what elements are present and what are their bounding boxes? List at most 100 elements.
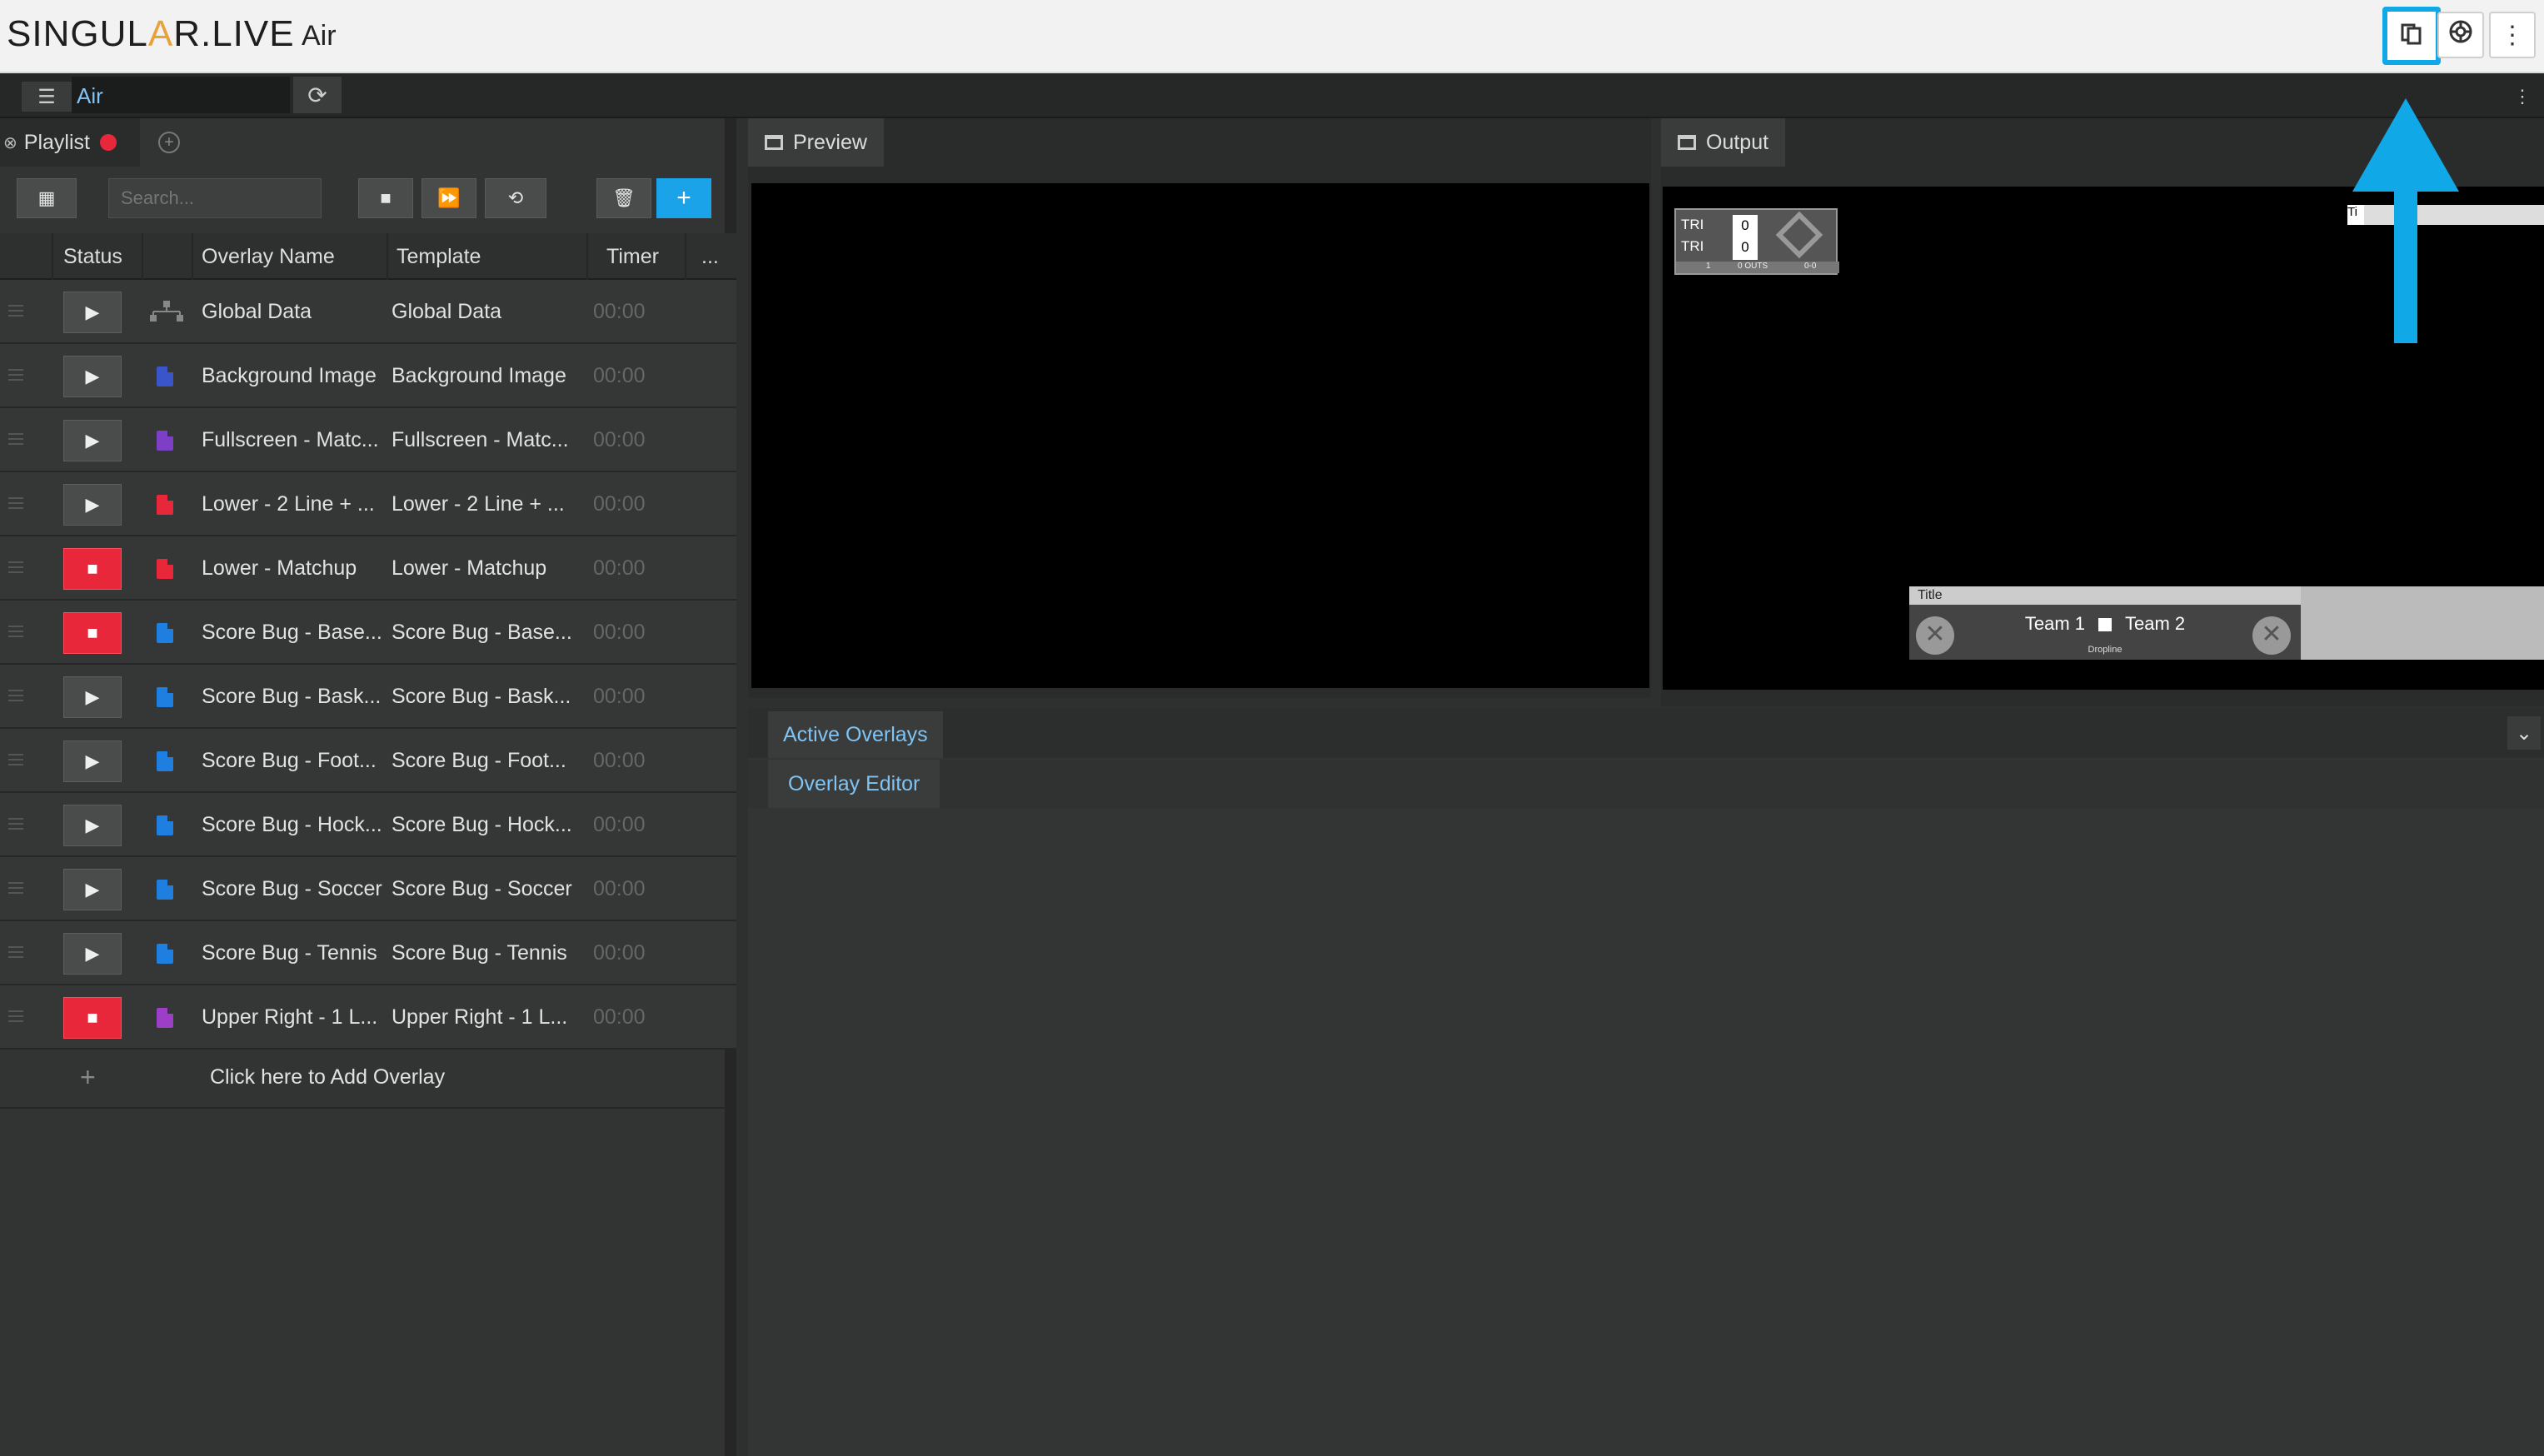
window-icon xyxy=(1678,135,1696,150)
next-button[interactable]: ⏩ xyxy=(422,178,476,218)
drag-handle-icon[interactable] xyxy=(8,690,23,701)
more-options-button[interactable]: ⋮ xyxy=(2489,12,2536,58)
drag-handle-icon[interactable] xyxy=(8,882,23,894)
workspace-selector[interactable] xyxy=(72,77,290,113)
column-timer[interactable]: Timer xyxy=(586,233,685,280)
preview-panel: Preview xyxy=(748,118,1651,698)
column-status[interactable]: Status xyxy=(52,233,142,280)
play-overlay-button[interactable]: ▶ xyxy=(63,292,122,333)
drag-handle-icon[interactable] xyxy=(8,818,23,830)
stop-overlay-button[interactable]: ■ xyxy=(63,612,122,654)
table-row[interactable]: ▶ Global Data Global Data 00:00 xyxy=(0,280,736,344)
overlay-template: Background Image xyxy=(392,364,566,387)
grid-view-button[interactable]: ▦ xyxy=(17,178,77,218)
table-row[interactable]: ▶ Score Bug - Tennis Score Bug - Tennis 00:… xyxy=(0,921,736,985)
overlay-name: Score Bug - Hock... xyxy=(202,813,382,836)
drag-handle-icon[interactable] xyxy=(8,1010,23,1022)
singular-live-logo[interactable]: SINGULAR.LIVE xyxy=(7,13,295,55)
active-overlays-bar: Active Overlays ⌄ xyxy=(748,708,2544,758)
play-overlay-button[interactable]: ▶ xyxy=(63,356,122,397)
search-input[interactable] xyxy=(108,178,322,218)
column-overlay-name[interactable]: Overlay Name xyxy=(192,233,387,280)
play-icon: ▶ xyxy=(85,366,100,386)
workspace-name[interactable]: Air xyxy=(77,83,103,109)
output-label: Output xyxy=(1706,130,1769,154)
tab-preview[interactable]: Preview xyxy=(748,118,884,167)
workspace-more-button[interactable]: ⋮ xyxy=(2507,82,2537,112)
play-overlay-button[interactable]: ▶ xyxy=(63,740,122,782)
refresh-button[interactable]: ⟳ xyxy=(293,77,342,113)
drag-handle-icon[interactable] xyxy=(8,369,23,381)
overlay-template: Score Bug - Tennis xyxy=(392,941,567,965)
scorebug-footer: 1 0 OUTS 0-0 xyxy=(1676,262,1839,273)
play-overlay-button[interactable]: ▶ xyxy=(63,805,122,846)
add-playlist-button[interactable]: + xyxy=(158,132,180,153)
table-row[interactable]: ▶ Lower - 2 Line + ... Lower - 2 Line + ..… xyxy=(0,472,736,536)
stop-overlay-button[interactable]: ■ xyxy=(63,548,122,590)
stop-overlay-button[interactable]: ■ xyxy=(63,997,122,1039)
tab-output[interactable]: Output xyxy=(1661,118,1786,167)
scorebug-count: 0-0 xyxy=(1804,262,1817,271)
play-icon: ▶ xyxy=(85,302,100,322)
table-row[interactable]: ■ Lower - Matchup Lower - Matchup 00:00 xyxy=(0,536,736,601)
add-overlay-button[interactable]: + xyxy=(656,178,711,218)
drag-handle-icon[interactable] xyxy=(8,433,23,445)
overlay-timer: 00:00 xyxy=(593,941,646,965)
table-row[interactable]: ▶ Score Bug - Hock... Score Bug - Hock... 0… xyxy=(0,793,736,857)
tab-active-overlays[interactable]: Active Overlays xyxy=(768,711,943,758)
top-bar: SINGULAR.LIVE Air ⋮ xyxy=(0,0,2544,73)
overlay-name: Global Data xyxy=(202,300,312,323)
table-row[interactable]: ▶ Score Bug - Bask... Score Bug - Bask... 0… xyxy=(0,665,736,729)
lower-matchup-graphic: Title ✕ Team 1 Team 2 Dropline ✕ xyxy=(1909,586,2544,660)
play-overlay-button[interactable]: ▶ xyxy=(63,933,122,975)
delete-button[interactable]: 🗑 xyxy=(596,178,651,218)
drag-handle-icon[interactable] xyxy=(8,626,23,637)
table-row[interactable]: ▶ Fullscreen - Matc... Fullscreen - Matc..… xyxy=(0,408,736,472)
help-button[interactable] xyxy=(2437,12,2484,58)
play-overlay-button[interactable]: ▶ xyxy=(63,420,122,461)
loop-button[interactable]: ⟲ xyxy=(485,178,546,218)
preview-screen[interactable] xyxy=(751,183,1649,688)
table-row[interactable]: ■ Upper Right - 1 L... Upper Right - 1 L..… xyxy=(0,985,736,1050)
add-overlay-row[interactable]: + Click here to Add Overlay xyxy=(0,1045,736,1109)
play-overlay-button[interactable]: ▶ xyxy=(63,484,122,526)
plus-icon: + xyxy=(80,1062,96,1092)
table-row[interactable]: ■ Score Bug - Base... Score Bug - Base... 0… xyxy=(0,601,736,665)
overlay-timer: 00:00 xyxy=(593,428,646,451)
overlay-name: Score Bug - Foot... xyxy=(202,749,377,772)
document-icon xyxy=(157,623,173,643)
collapse-button[interactable]: ⌄ xyxy=(2507,716,2541,750)
trash-icon: 🗑 xyxy=(612,187,636,208)
more-vertical-icon: ⋮ xyxy=(2513,86,2532,107)
upper-right-graphic: Ti xyxy=(2347,205,2544,225)
table-row[interactable]: ▶ Score Bug - Soccer Score Bug - Soccer 00:… xyxy=(0,857,736,921)
workspace-bar: ☰ Air ⟳ ⋮ xyxy=(0,73,2544,118)
arrow-shaft xyxy=(2394,188,2417,343)
drag-handle-icon[interactable] xyxy=(8,305,23,317)
close-icon[interactable]: ⊗ xyxy=(3,132,17,153)
tab-overlay-editor[interactable]: Overlay Editor xyxy=(768,760,940,808)
tab-playlist[interactable]: ⊗ Playlist xyxy=(0,118,140,167)
table-row[interactable]: ▶ Score Bug - Foot... Score Bug - Foot... 0… xyxy=(0,729,736,793)
database-icon[interactable]: ☰ xyxy=(22,82,72,112)
document-icon xyxy=(157,815,173,835)
table-row[interactable]: ▶ Background Image Background Image 00:00 xyxy=(0,344,736,408)
play-overlay-button[interactable]: ▶ xyxy=(63,869,122,910)
upper-right-text: Ti xyxy=(2347,205,2364,225)
drag-handle-icon[interactable] xyxy=(8,946,23,958)
stop-all-button[interactable]: ■ xyxy=(358,178,413,218)
column-more[interactable]: ... xyxy=(685,233,736,280)
drag-handle-icon[interactable] xyxy=(8,561,23,573)
play-overlay-button[interactable]: ▶ xyxy=(63,676,122,718)
drag-handle-icon[interactable] xyxy=(8,497,23,509)
fast-forward-icon: ⏩ xyxy=(437,187,461,208)
play-icon: ▶ xyxy=(85,494,100,515)
overlay-timer: 00:00 xyxy=(593,685,646,708)
document-icon xyxy=(157,559,173,579)
drag-handle-icon[interactable] xyxy=(8,754,23,765)
column-template[interactable]: Template xyxy=(387,233,586,280)
documents-button[interactable] xyxy=(2382,7,2441,65)
play-icon: ▶ xyxy=(85,686,100,707)
overlay-template: Score Bug - Base... xyxy=(392,621,572,644)
overlay-timer: 00:00 xyxy=(593,1005,646,1029)
